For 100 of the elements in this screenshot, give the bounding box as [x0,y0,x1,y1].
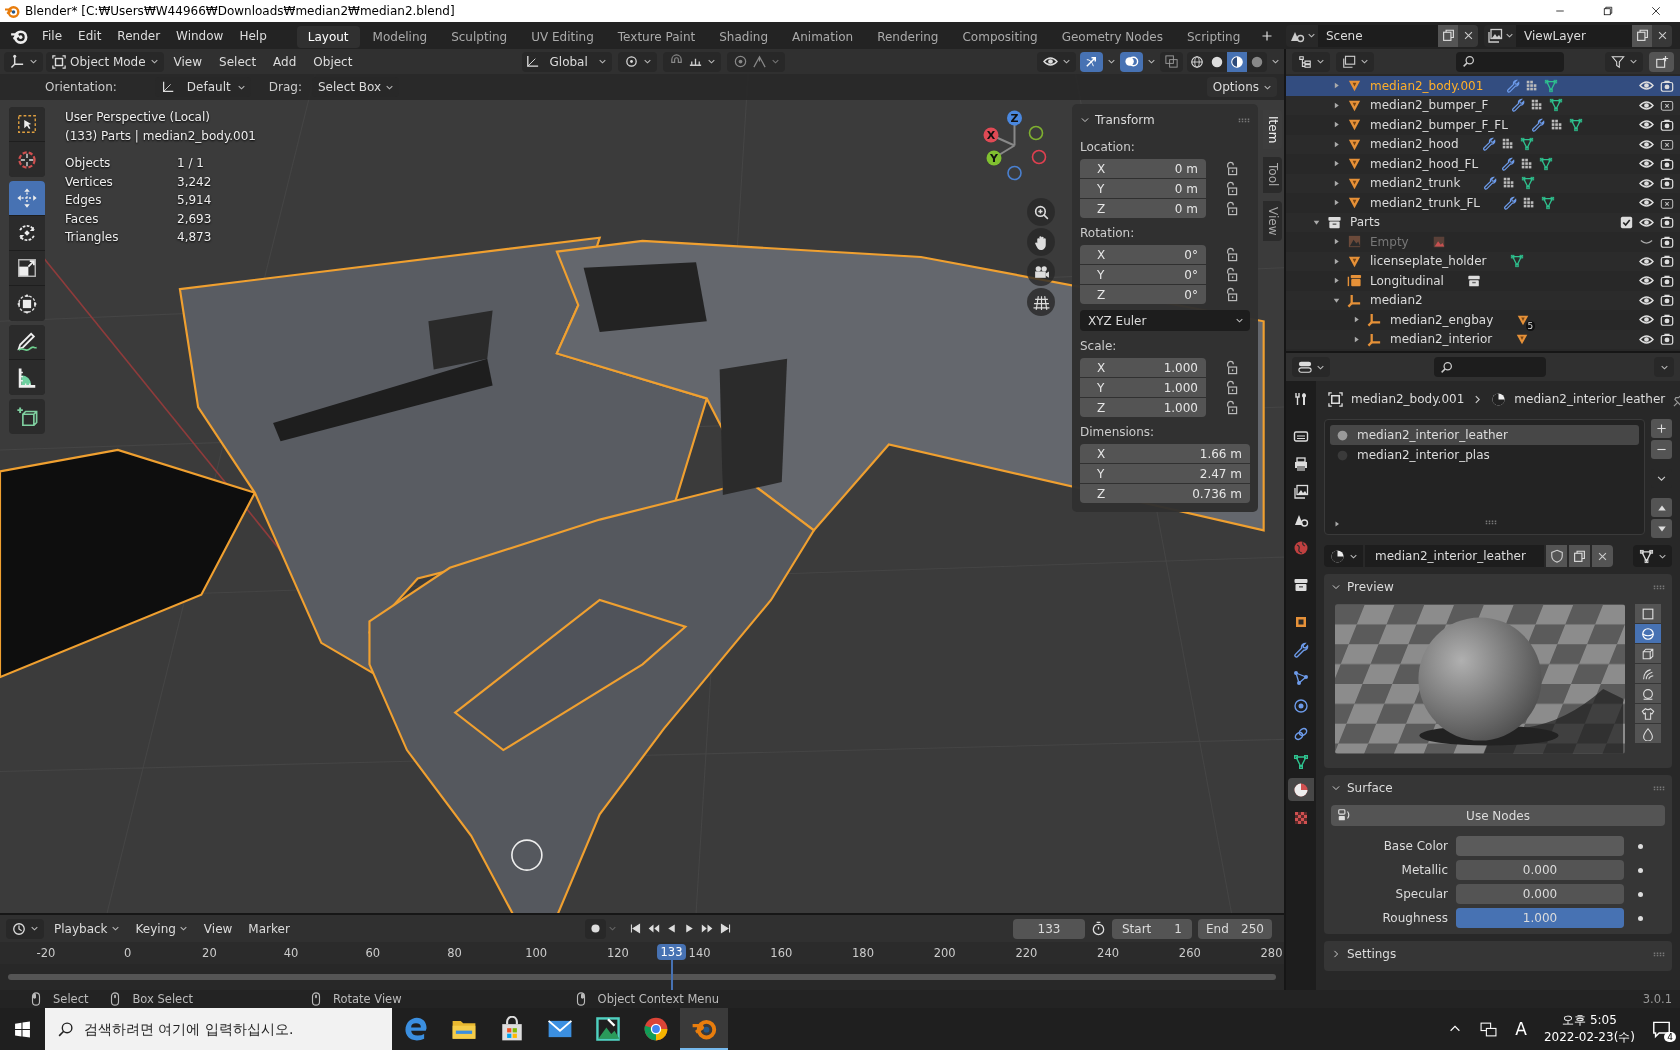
material-slot[interactable]: median2_interior_plas [1330,445,1639,465]
item-name[interactable]: median2_interior [1390,332,1493,347]
stat-value: 1 / 1 [177,155,205,172]
workspace-tab[interactable]: Modeling [361,26,439,48]
item-name[interactable]: median2_engbay [1390,312,1494,327]
axis-handle[interactable]: Z [1007,110,1022,147]
menu-item[interactable]: Keying [129,918,194,939]
search-box[interactable]: 검색하려면 여기에 입력하십시오. [45,1008,392,1050]
panel-title[interactable]: Surface [1347,781,1393,795]
menu-item[interactable]: Edit [70,24,110,47]
axis-handle[interactable]: Y [986,144,1016,166]
outliner-row[interactable]: median2_trunk_FL [1286,193,1680,213]
item-name[interactable]: median2_hood [1370,137,1459,152]
search-field[interactable]: 검색하려면 여기에 입력하십시오. [84,1021,392,1037]
outliner-row[interactable]: median2_body.001 [1286,76,1680,96]
orientation-dropdown[interactable]: Global [521,51,612,72]
number-field[interactable]: X 0 m [1080,159,1206,178]
end-frame-field[interactable]: End 250 [1198,918,1272,939]
frame-number: -20 [36,946,56,960]
menu-item[interactable]: Render [109,24,169,47]
workspace-tab[interactable]: Shading [708,26,779,48]
menu-item[interactable]: View [197,918,239,939]
workspace-tab[interactable]: Sculpting [440,26,519,48]
item-name[interactable]: median2_hood_FL [1370,156,1479,171]
item-name[interactable]: median2_body.001 [1370,78,1484,93]
stat-value: 5,914 [177,192,213,209]
frame-number: 180 [852,946,874,960]
material-name-field[interactable]: median2_interior_leather [1365,545,1544,567]
sidebar-tab[interactable]: View [1263,200,1282,242]
field-label: Roughness [1381,911,1448,925]
number-field[interactable]: Y 2.47 m [1080,464,1250,483]
window-title: Blender* [C:₩Users₩W44966₩Downloads₩median2₩median2.blend] [25,4,455,18]
panel-title[interactable]: Settings [1347,947,1397,961]
view-layer-field[interactable]: ViewLayer [1516,24,1632,47]
number-field[interactable]: Z 0.736 m [1080,484,1250,503]
item-name[interactable]: median2 [1370,293,1423,308]
item-name[interactable]: median2_trunk_FL [1370,195,1480,210]
workspace-tab[interactable]: Animation [781,26,865,48]
workspace-tab[interactable]: Geometry Nodes [1050,26,1174,48]
number-field[interactable]: Z 1.000 [1080,398,1206,417]
menu-item[interactable]: Select [212,51,264,72]
outliner-row[interactable]: median2_engbay 5 [1286,310,1680,330]
notification-button[interactable]: 4 [1643,1008,1680,1050]
clock[interactable]: 오후 5:05 2022-02-23(수) [1535,1008,1643,1050]
use-nodes-button[interactable]: Use Nodes [1331,805,1665,826]
number-field[interactable]: Y 1.000 [1080,378,1206,397]
number-field[interactable]: Y 0 m [1080,179,1206,198]
number-field[interactable]: Y 0° [1080,265,1206,284]
item-name[interactable]: median2_trunk [1370,176,1461,191]
number-field[interactable]: X 1.000 [1080,358,1206,377]
item-name[interactable]: median2_bumper_F_FL [1370,117,1508,132]
number-field[interactable]: Z 0 m [1080,199,1206,218]
breadcrumb-item[interactable]: median2_interior_leather [1514,392,1666,406]
workspace-tab[interactable]: Rendering [866,26,950,48]
navigation-gizmo[interactable]: X Y Z [976,108,1056,186]
workspace-tab[interactable]: UV Editing [520,26,605,48]
outliner-row[interactable]: median2_hood_FL [1286,154,1680,174]
menu-item[interactable]: Window [168,24,232,47]
slot-name[interactable]: median2_interior_plas [1357,448,1490,462]
menu-item[interactable]: Object [306,51,360,72]
panel-title[interactable]: Transform [1095,113,1155,127]
group-label: Rotation: [1080,226,1136,240]
menu-item[interactable]: Add [266,51,304,72]
workspace-tab[interactable]: Scripting [1175,26,1252,48]
workspace-tab[interactable]: Texture Paint [606,26,707,48]
menu-item[interactable]: View [166,51,210,72]
axis-handle[interactable]: X [983,127,1016,147]
menu-item[interactable]: Playback [48,918,126,939]
rotation-mode-dropdown[interactable]: XYZ Euler [1080,310,1250,331]
scene-field[interactable]: Scene [1318,24,1438,47]
status-hint: Object Context Menu [597,992,719,1006]
current-frame-marker[interactable]: 133 [656,944,687,960]
workspace-tab[interactable]: Compositing [951,26,1049,48]
menu-item[interactable]: Help [231,24,275,47]
number-field[interactable]: X 1.66 m [1080,444,1250,463]
outliner-row[interactable]: Longitudinal [1286,271,1680,291]
breadcrumb-item[interactable]: median2_body.001 [1351,392,1465,406]
item-name[interactable]: licenseplate_holder [1370,254,1487,269]
current-frame-field[interactable]: 133 [1013,918,1085,939]
item-name[interactable]: Longitudinal [1370,273,1444,288]
workspace-tab[interactable]: Layout [296,26,360,48]
number-field[interactable]: Z 0° [1080,285,1206,304]
frame-number: 280 [1260,946,1283,960]
mode-dropdown[interactable]: Object Mode [46,51,164,72]
menu-item[interactable]: File [34,24,71,47]
input-method-button[interactable]: A [1506,1008,1536,1050]
options-dropdown[interactable]: Options [1206,77,1277,97]
material-slot[interactable]: median2_interior_leather [1330,425,1639,445]
slot-name[interactable]: median2_interior_leather [1357,428,1508,442]
number-field[interactable]: X 0° [1080,245,1206,264]
start-frame-field[interactable]: Start 1 [1112,918,1192,939]
frame-number: 220 [1015,946,1038,960]
item-name[interactable]: median2_bumper_F [1370,98,1489,113]
item-name[interactable]: Parts [1350,215,1380,230]
frame-number: 120 [606,946,629,960]
value-slider[interactable]: 1.000 [1456,908,1624,928]
outliner-row[interactable]: median2_bumper_F_FL [1286,115,1680,135]
sidebar-tab[interactable]: Tool [1263,157,1282,193]
menu-item[interactable]: Marker [242,918,296,939]
panel-title[interactable]: Preview [1347,580,1394,594]
